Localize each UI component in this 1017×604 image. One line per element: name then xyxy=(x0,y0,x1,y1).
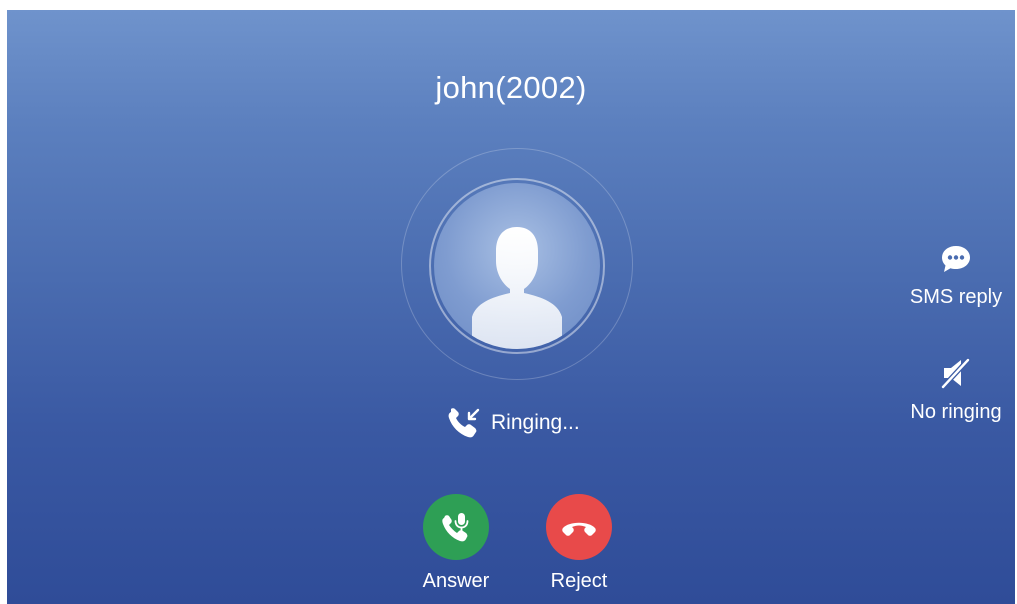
phone-answer-icon xyxy=(442,513,469,542)
person-silhouette-icon xyxy=(472,227,562,349)
caller-avatar xyxy=(434,183,600,349)
answer-label: Answer xyxy=(422,570,490,592)
sms-reply-label: SMS reply xyxy=(909,286,1003,308)
call-status-text: Ringing... xyxy=(491,411,580,434)
no-ringing-button[interactable]: No ringing xyxy=(901,357,1011,424)
sms-reply-button[interactable]: SMS reply xyxy=(901,244,1011,309)
chat-bubble-icon xyxy=(942,246,970,272)
incoming-call-icon xyxy=(448,408,480,438)
answer-button[interactable] xyxy=(423,494,489,560)
reject-button[interactable] xyxy=(546,494,612,560)
caller-name: john(2002) xyxy=(435,70,587,105)
phone-hangup-icon xyxy=(562,522,596,536)
no-ringing-label: No ringing xyxy=(910,401,1002,423)
speaker-mute-icon xyxy=(941,357,971,389)
reject-label: Reject xyxy=(550,570,608,592)
incoming-call-screen: john(2002) Ringing... Answer Reject SMS … xyxy=(7,10,1015,604)
call-status: Ringing... xyxy=(447,408,580,438)
